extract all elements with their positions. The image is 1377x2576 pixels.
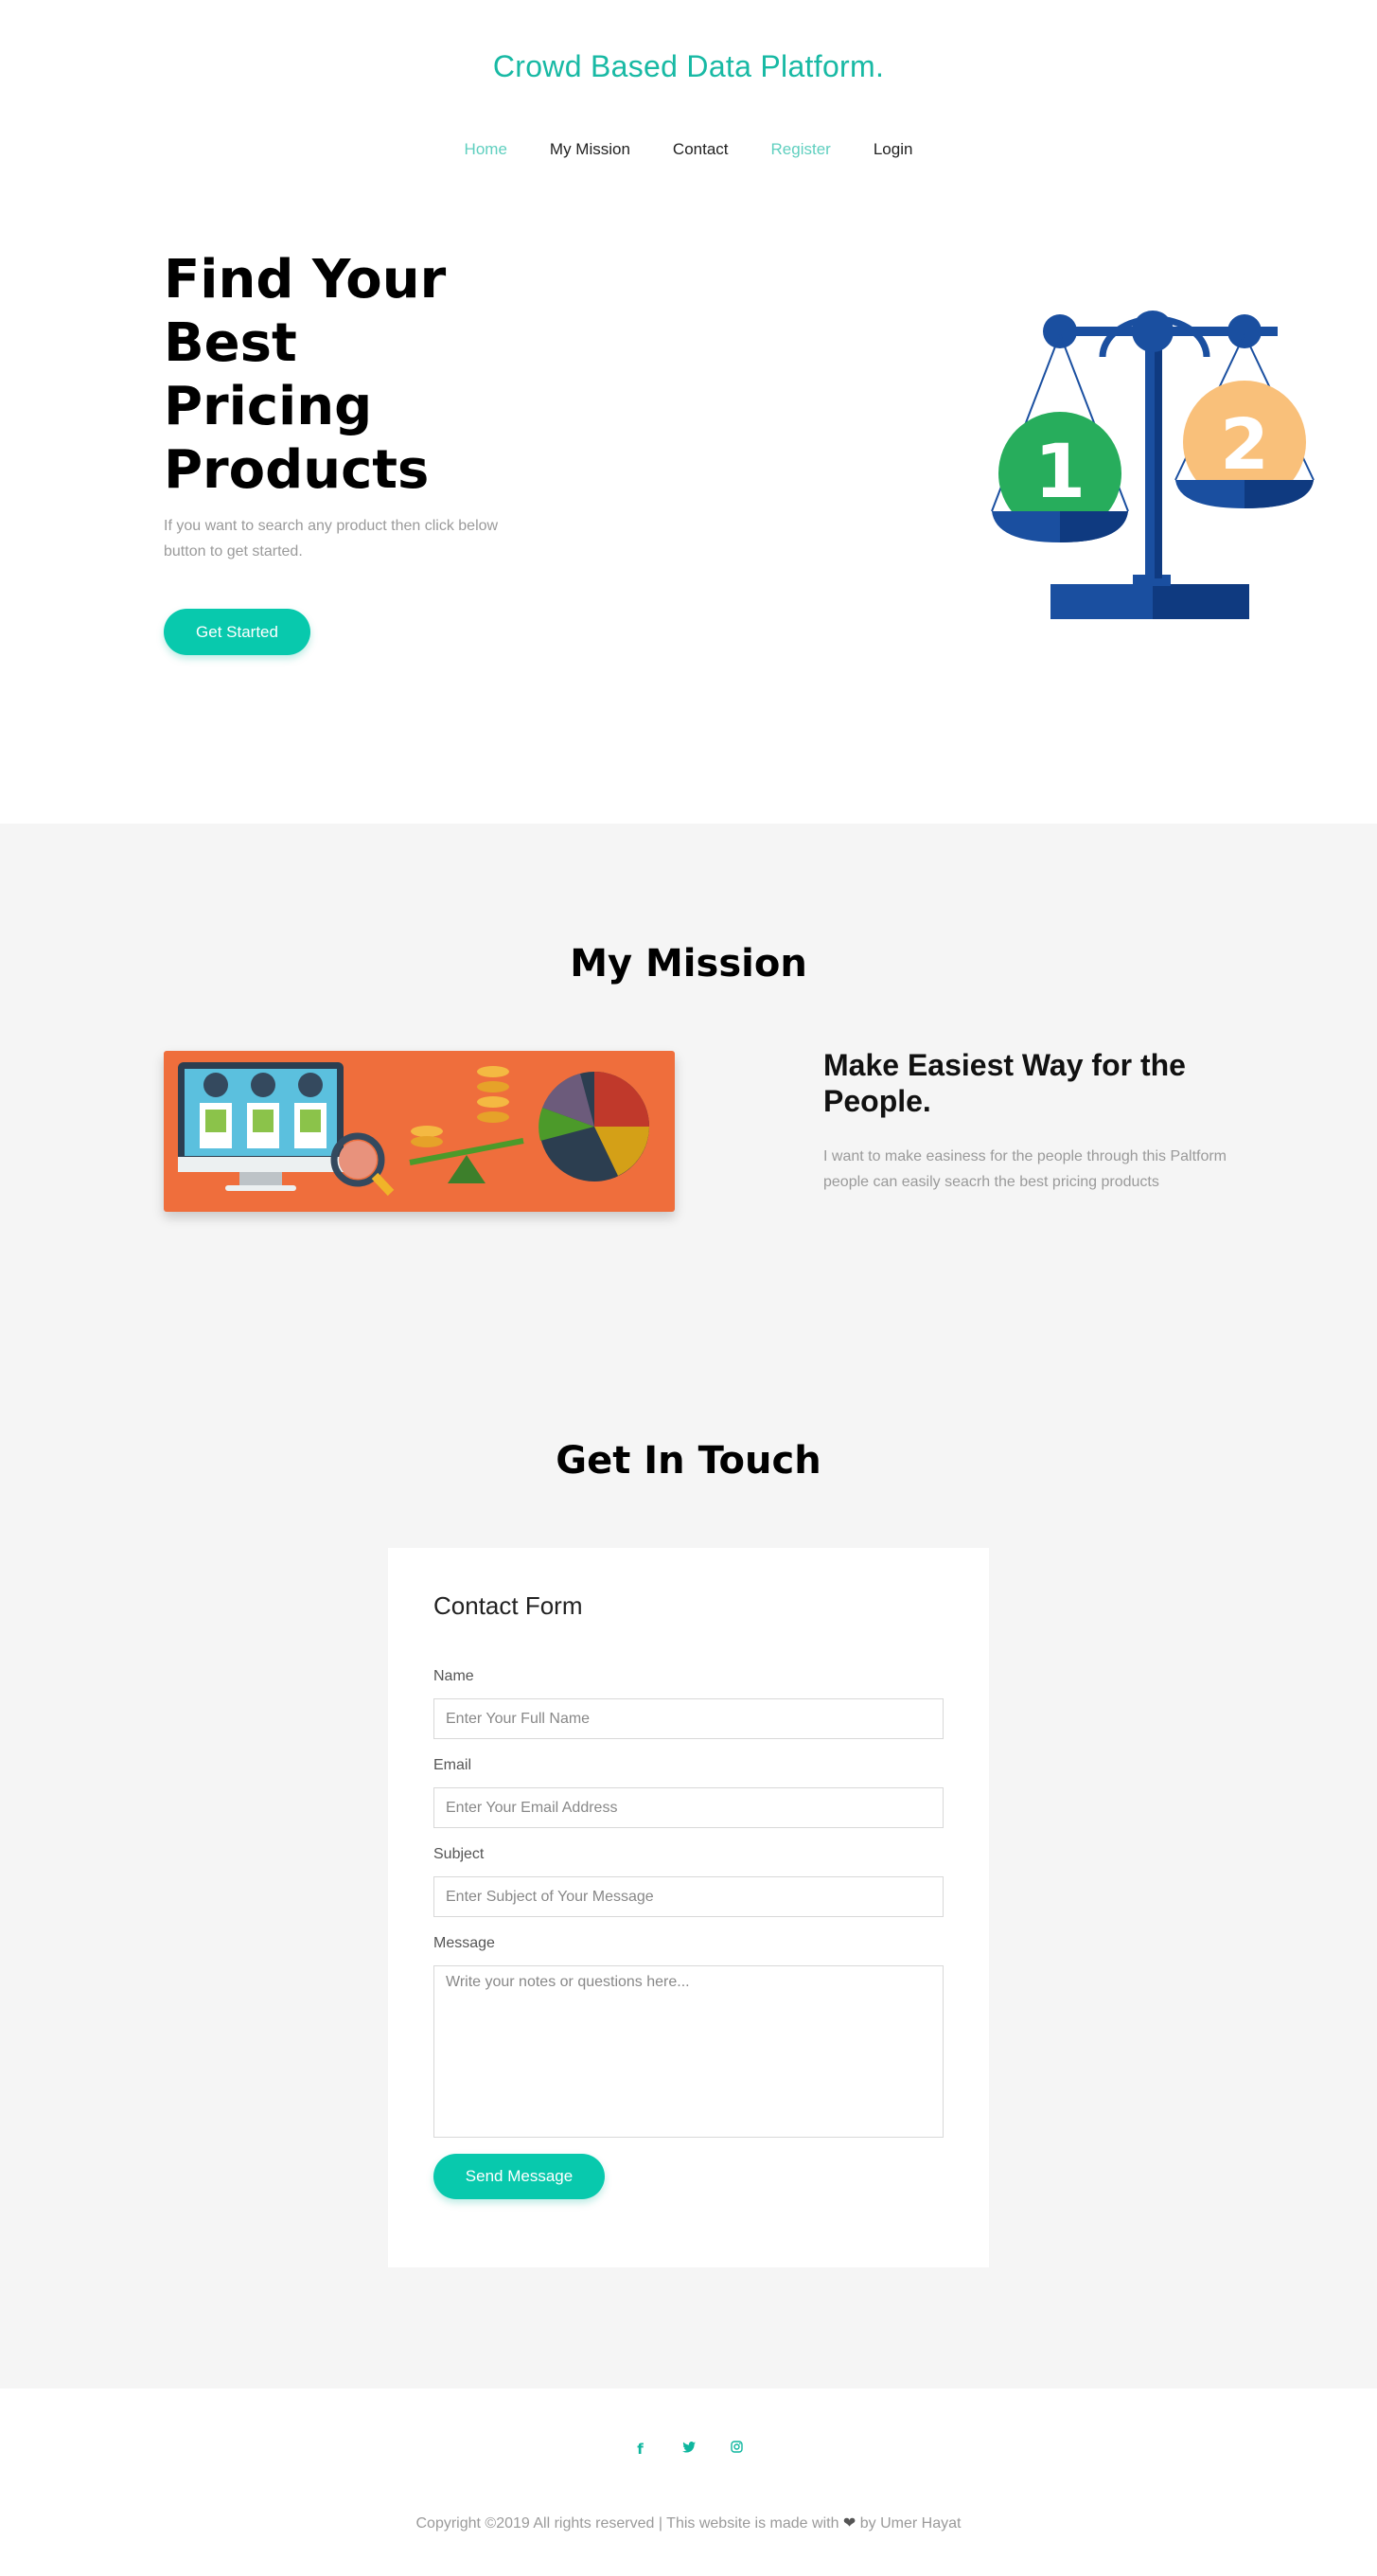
nav-home[interactable]: Home xyxy=(465,140,507,159)
copyright: Copyright ©2019 All rights reserved | Th… xyxy=(0,2514,1377,2532)
contact-form: Contact Form Name Email Subject Message … xyxy=(388,1548,989,2267)
mission-subheading: Make Easiest Way for the People. xyxy=(823,1048,1186,1118)
hero-subtitle: If you want to search any product then c… xyxy=(164,518,499,560)
twitter-icon[interactable] xyxy=(681,2441,697,2458)
heart-icon: ❤ xyxy=(842,2515,856,2532)
copyright-text: Copyright ©2019 All rights reserved | Th… xyxy=(415,2515,839,2532)
get-started-button[interactable]: Get Started xyxy=(164,609,310,655)
nav-login[interactable]: Login xyxy=(874,140,913,159)
instagram-icon[interactable] xyxy=(730,2441,745,2458)
brand-title[interactable]: Crowd Based Data Platform. xyxy=(0,49,1377,84)
nav-my-mission[interactable]: My Mission xyxy=(550,140,630,159)
footer: f Copyright ©2019 All rights reserved | … xyxy=(0,2389,1377,2576)
email-label: Email xyxy=(433,1757,472,1773)
main-nav: Home My Mission Contact Register Login xyxy=(0,140,1377,159)
scale-label-1: 1 xyxy=(1034,430,1086,515)
subject-input[interactable] xyxy=(433,1876,944,1917)
nav-contact[interactable]: Contact xyxy=(673,140,729,159)
nav-register[interactable]: Register xyxy=(771,140,831,159)
balance-scale-illustration: 1 2 xyxy=(991,311,1315,619)
message-label: Message xyxy=(433,1935,495,1951)
hero-title: Find Your Best Pricing Products xyxy=(164,249,447,501)
email-input[interactable] xyxy=(433,1787,944,1828)
subject-label: Subject xyxy=(433,1846,485,1862)
send-message-button[interactable]: Send Message xyxy=(433,2154,605,2199)
scale-label-2: 2 xyxy=(1220,404,1269,486)
mission-text: I want to make easiness for the people t… xyxy=(823,1148,1227,1190)
social-links: f xyxy=(0,2441,1377,2458)
mission-heading: My Mission xyxy=(570,942,807,986)
message-textarea[interactable] xyxy=(433,1965,944,2138)
contact-heading: Get In Touch xyxy=(556,1439,821,1483)
form-title: Contact Form xyxy=(433,1591,583,1620)
copyright-author[interactable]: by Umer Hayat xyxy=(860,2515,962,2532)
name-label: Name xyxy=(433,1668,474,1684)
mission-illustration xyxy=(164,1051,675,1212)
facebook-icon[interactable]: f xyxy=(633,2441,648,2458)
name-input[interactable] xyxy=(433,1698,944,1739)
